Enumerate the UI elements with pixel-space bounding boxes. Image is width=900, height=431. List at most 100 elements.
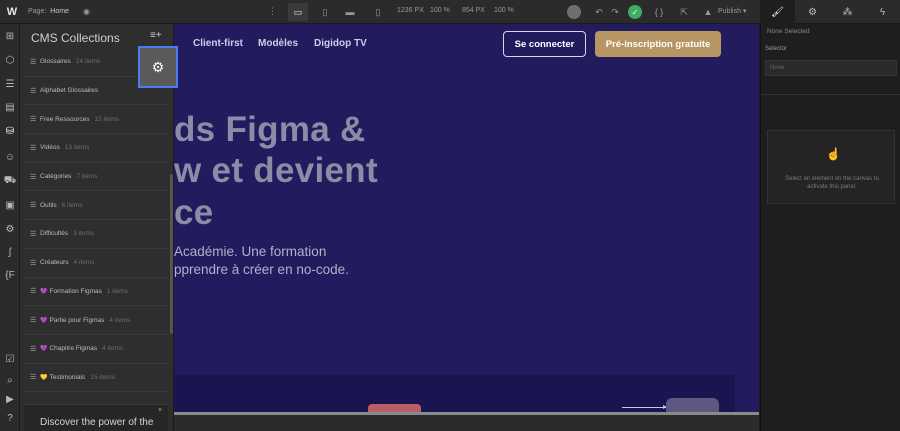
- page-selector[interactable]: Home: [50, 8, 69, 15]
- style-panel: None Selected Selector None ☝ Select an …: [760, 24, 900, 431]
- phone-icon[interactable]: ▯: [368, 3, 388, 21]
- database-icon: ☰: [30, 202, 37, 210]
- selector-input[interactable]: None: [765, 60, 897, 76]
- empty-state-message: Select an element on the canvas to activ…: [785, 176, 879, 190]
- cms-icon[interactable]: ⛁: [0, 122, 20, 140]
- section-pill: [666, 398, 719, 412]
- collection-item[interactable]: ☰ Vidéos 13 items: [24, 134, 168, 163]
- hero-subtitle-line: Académie. Une formation: [174, 244, 327, 259]
- undo-icon[interactable]: ↶: [592, 5, 606, 19]
- collection-item[interactable]: ☰ 💜 Formation Figmas 1 items: [24, 278, 168, 307]
- collection-item[interactable]: ☰ Difficultés 3 items: [24, 220, 168, 249]
- designer-icon[interactable]: ▲: [701, 5, 715, 19]
- purple-heart-icon: 💜: [40, 346, 48, 353]
- code-icon[interactable]: { }: [652, 5, 666, 19]
- login-button[interactable]: Se connecter: [503, 31, 586, 57]
- collection-count: 4 items: [102, 345, 124, 353]
- logic-icon[interactable]: ʃ: [0, 243, 20, 261]
- audit-icon[interactable]: ☑: [0, 350, 20, 368]
- hero-heading-line: w et devient: [174, 151, 378, 190]
- add-panel-icon[interactable]: ⊞: [0, 27, 20, 45]
- promo-text: Discover the power of the: [40, 417, 154, 428]
- collection-list: ☰ Glossaires 24 items ☰ Alphabet Glossaires…: [24, 48, 168, 393]
- redo-icon[interactable]: ↷: [608, 5, 622, 19]
- database-icon: ☰: [30, 87, 37, 95]
- database-icon: ☰: [30, 374, 37, 382]
- zoom-1: 100 %: [430, 7, 450, 14]
- tablet-landscape-icon[interactable]: ▬: [340, 3, 360, 21]
- collection-name: Créateurs: [40, 259, 69, 267]
- width-value: 1236: [397, 7, 413, 14]
- more-dots-icon[interactable]: ⋮: [268, 6, 277, 17]
- settings-gear-icon[interactable]: ⚙: [795, 0, 830, 24]
- collection-count: 1 items: [106, 287, 128, 295]
- lightning-icon[interactable]: ϟ: [865, 0, 900, 24]
- nav-link-digidop-tv[interactable]: Digidop TV: [314, 38, 367, 49]
- help-icon[interactable]: ?: [0, 409, 20, 427]
- zoom-2: 100 %: [494, 7, 514, 14]
- pointer-hand-icon: ☝: [826, 147, 841, 161]
- settings-icon[interactable]: ⚙: [0, 220, 20, 238]
- collection-item[interactable]: ☰ Catégories 7 items: [24, 163, 168, 192]
- canvas-width: 1236 PX: [397, 7, 424, 14]
- design-canvas[interactable]: Client-first Modèles Digidop TV Se conne…: [174, 24, 759, 412]
- collection-name: Catégories: [40, 173, 72, 181]
- database-icon: ☰: [30, 317, 37, 325]
- collection-item[interactable]: ☰ Créateurs 4 items: [24, 249, 168, 278]
- database-icon: ☰: [30, 288, 37, 296]
- collection-name: Outils: [40, 201, 57, 209]
- desktop-icon[interactable]: ▭: [288, 3, 308, 21]
- canvas-horizontal-scrollbar[interactable]: [174, 412, 759, 431]
- interactions-icon[interactable]: ⁂: [830, 0, 865, 24]
- add-collection-icon[interactable]: ≡+: [150, 30, 162, 41]
- collection-count: 4 items: [109, 316, 131, 324]
- pages-icon[interactable]: ▤: [0, 98, 20, 116]
- style-brush-icon[interactable]: 🖌: [760, 0, 795, 24]
- collection-item[interactable]: ☰ 💜 Chapitre Figmas 4 items: [24, 335, 168, 364]
- publish-button[interactable]: Publish ▾: [718, 7, 746, 15]
- collection-count: 15 items: [90, 373, 115, 381]
- collection-count: 15 items: [94, 115, 120, 123]
- database-icon: ☰: [30, 230, 37, 238]
- search-icon[interactable]: ⌕: [0, 371, 20, 389]
- collection-settings-button[interactable]: ⚙: [138, 46, 178, 88]
- scrollbar-thumb[interactable]: [174, 412, 759, 415]
- nav-link-client-first[interactable]: Client-first: [193, 38, 243, 49]
- eye-icon[interactable]: ◉: [83, 7, 90, 16]
- users-icon[interactable]: ☺: [0, 148, 20, 166]
- saved-check-icon: ✓: [628, 5, 642, 19]
- webflow-logo[interactable]: W: [0, 0, 24, 24]
- collection-count: 6 items: [61, 201, 83, 209]
- nav-link-modeles[interactable]: Modèles: [258, 38, 298, 49]
- none-selected-label: None Selected: [767, 28, 810, 35]
- collection-name: Chapitre Figmas: [49, 345, 98, 353]
- collection-item[interactable]: ☰ 💛 Testimonials 15 items: [24, 364, 168, 393]
- panel-title: CMS Collections: [31, 31, 120, 45]
- assets-icon[interactable]: ▣: [0, 196, 20, 214]
- ecommerce-icon[interactable]: ⛟: [0, 172, 20, 190]
- close-icon[interactable]: ×: [158, 407, 162, 414]
- collection-item[interactable]: ☰ 💜 Partie pour Figmas 4 items: [24, 306, 168, 335]
- collection-item[interactable]: ☰ Free Ressources 15 items: [24, 105, 168, 135]
- components-icon[interactable]: ⬡: [0, 51, 20, 69]
- collection-name: Vidéos: [40, 144, 60, 152]
- video-icon[interactable]: ▶: [0, 390, 20, 408]
- collection-count: 4 items: [73, 259, 95, 267]
- collection-name: Difficultés: [40, 230, 69, 238]
- signup-button[interactable]: Pré-inscription gratuite: [595, 31, 721, 57]
- section-button[interactable]: [368, 404, 421, 412]
- tablet-icon[interactable]: ▯: [315, 3, 335, 21]
- collection-count: 13 items: [64, 144, 90, 152]
- collection-item[interactable]: ☰ Outils 6 items: [24, 191, 168, 221]
- apps-icon[interactable]: {F: [0, 266, 20, 284]
- collection-count: 24 items: [75, 58, 101, 66]
- database-icon: ☰: [30, 116, 37, 124]
- navigator-icon[interactable]: ☰: [0, 75, 20, 93]
- purple-heart-icon: 💜: [40, 288, 48, 295]
- export-icon[interactable]: ⇱: [677, 5, 691, 19]
- avatar-icon[interactable]: [567, 5, 581, 19]
- panel-scrollbar[interactable]: [170, 174, 173, 334]
- hero-heading-line: ds Figma &: [174, 110, 366, 149]
- collection-name: Glossaires: [40, 58, 71, 66]
- empty-state: ☝ Select an element on the canvas to act…: [767, 130, 895, 204]
